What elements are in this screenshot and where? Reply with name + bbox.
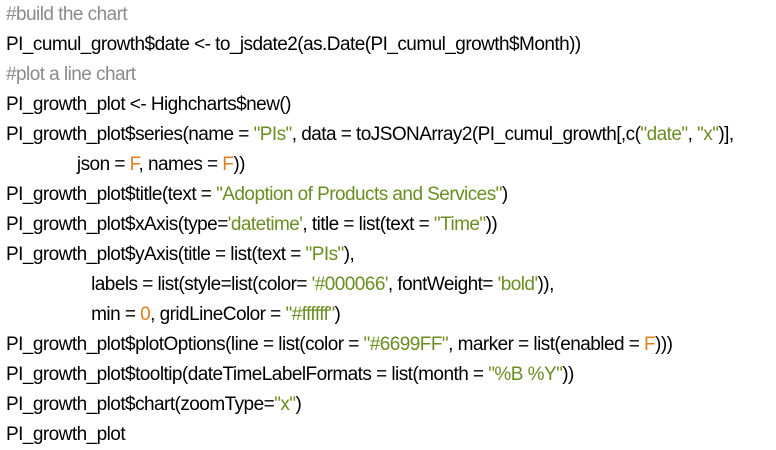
code-text: min = <box>6 304 141 325</box>
code-text: ))) <box>655 334 673 355</box>
code-line: PI_growth_plot$tooltip(dateTimeLabelForm… <box>6 360 776 390</box>
code-text: )], <box>718 124 734 145</box>
code-string: "PIs" <box>305 244 345 265</box>
code-number: 0 <box>140 304 151 325</box>
code-text: , data = toJSONArray2(PI_cumul_growth[,c… <box>291 124 641 145</box>
code-text: , marker = list(enabled = <box>448 334 644 355</box>
code-line: PI_growth_plot$plotOptions(line = list(c… <box>6 330 776 360</box>
code-text: PI_growth_plot$tooltip(dateTimeLabelForm… <box>6 364 489 385</box>
code-string: "#ffffff" <box>285 304 335 325</box>
code-string: "#6699FF" <box>363 334 449 355</box>
code-string: "x" <box>697 124 719 145</box>
code-line: #build the chart <box>6 0 776 30</box>
code-line: PI_growth_plot$chart(zoomType="x") <box>6 390 776 420</box>
code-text: ) <box>295 394 302 415</box>
code-text: PI_growth_plot <- Highcharts$new() <box>6 94 291 115</box>
code-string: "Adoption of Products and Services" <box>216 184 502 205</box>
code-text: PI_growth_plot$series(name = <box>6 124 254 145</box>
code-line: PI_growth_plot <box>6 420 776 450</box>
code-editor: #build the chart PI_cumul_growth$date <- … <box>0 0 776 448</box>
code-string: 'datetime' <box>227 214 303 235</box>
code-text: ) <box>334 304 341 325</box>
code-text: PI_growth_plot$title(text = <box>6 184 217 205</box>
code-line: PI_cumul_growth$date <- to_jsdate2(as.Da… <box>6 30 776 60</box>
code-text: PI_cumul_growth$date <- to_jsdate2(as.Da… <box>6 34 581 55</box>
code-text: , fontWeight= <box>387 274 498 295</box>
code-constant: F <box>129 154 140 175</box>
code-string: "PIs" <box>253 124 293 145</box>
code-line: PI_growth_plot$series(name = "PIs", data… <box>6 120 776 150</box>
code-string: "%B %Y" <box>488 364 563 385</box>
code-text: PI_growth_plot$chart(zoomType= <box>6 394 275 415</box>
code-text: ) <box>501 184 508 205</box>
code-comment: #plot a line chart <box>6 64 136 85</box>
code-string: 'bold' <box>497 274 538 295</box>
code-string: '#000066' <box>311 274 389 295</box>
code-text: PI_growth_plot$plotOptions(line = list(c… <box>6 334 364 355</box>
code-constant: F <box>222 154 234 175</box>
code-text: PI_growth_plot <box>6 424 126 445</box>
code-text: , <box>687 124 698 145</box>
code-line: #plot a line chart <box>6 60 776 90</box>
code-text: labels = list(style=list(color= <box>6 274 312 295</box>
code-text: )) <box>485 214 498 235</box>
code-constant: F <box>643 334 656 355</box>
code-line: labels = list(style=list(color= '#000066… <box>6 270 776 300</box>
code-line: PI_growth_plot$title(text = "Adoption of… <box>6 180 776 210</box>
code-text: , names = <box>138 154 223 175</box>
code-text: PI_growth_plot$yAxis(title = list(text = <box>6 244 306 265</box>
code-comment: #build the chart <box>6 4 128 25</box>
code-line: PI_growth_plot <- Highcharts$new() <box>6 90 776 120</box>
code-text: )) <box>562 364 574 385</box>
code-text: )), <box>537 274 555 295</box>
code-line: PI_growth_plot$xAxis(type='datetime', ti… <box>6 210 776 240</box>
code-line: min = 0, gridLineColor = "#ffffff") <box>6 300 776 330</box>
code-line: PI_growth_plot$yAxis(title = list(text =… <box>6 240 776 270</box>
code-text: ), <box>343 244 355 265</box>
code-string: "Time" <box>433 214 486 235</box>
code-string: "date" <box>640 124 688 145</box>
code-text: json = <box>6 154 130 175</box>
code-text: , gridLineColor = <box>150 304 286 325</box>
code-text: PI_growth_plot$xAxis(type= <box>6 214 228 235</box>
code-text: )) <box>233 154 245 175</box>
code-line: json = F, names = F)) <box>6 150 776 180</box>
code-string: "x" <box>274 394 296 415</box>
code-text: , title = list(text = <box>302 214 434 235</box>
